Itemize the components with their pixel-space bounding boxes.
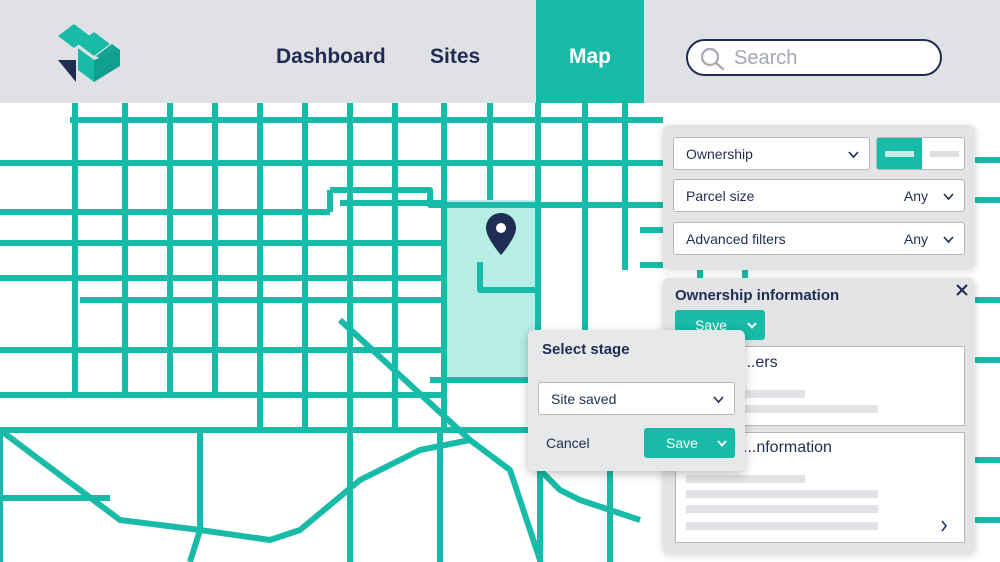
stage-select-value: Site saved: [551, 391, 617, 407]
toggle-on-segment[interactable]: [877, 138, 922, 169]
placeholder-line: [686, 505, 878, 513]
placeholder-line: [686, 490, 878, 498]
chevron-down-icon: [713, 396, 724, 404]
chevron-down-icon: [747, 322, 757, 329]
placeholder-line: [686, 522, 878, 530]
chevron-right-icon[interactable]: [940, 520, 948, 532]
advanced-filters-label: Advanced filters: [686, 231, 786, 247]
advanced-filters-select[interactable]: Advanced filters Any: [673, 222, 965, 255]
chevron-down-icon: [717, 440, 727, 447]
search-icon: [700, 47, 725, 71]
parcel-size-select[interactable]: Parcel size Any: [673, 179, 965, 212]
nav-map[interactable]: Map: [536, 0, 644, 103]
close-icon[interactable]: [955, 283, 969, 297]
parcel-size-label: Parcel size: [686, 188, 755, 204]
ownership-section-1-title: ...ers: [742, 354, 778, 371]
ownership-section-2-title: ...nformation: [743, 439, 832, 456]
chevron-down-icon: [943, 193, 954, 201]
placeholder-line: [735, 405, 878, 413]
parcel-size-value: Any: [903, 188, 928, 204]
select-stage-title: Select stage: [542, 341, 630, 358]
ownership-select[interactable]: Ownership: [673, 137, 870, 170]
placeholder-line: [735, 390, 805, 398]
ownership-info-title: Ownership information: [675, 287, 840, 304]
search-box[interactable]: [686, 39, 942, 76]
placeholder-line: [686, 475, 805, 483]
chevron-down-icon: [848, 151, 859, 159]
chevron-down-icon: [943, 236, 954, 244]
view-toggle[interactable]: [876, 137, 965, 170]
stage-select[interactable]: Site saved: [538, 382, 735, 415]
advanced-filters-value: Any: [903, 231, 928, 247]
search-input[interactable]: [734, 46, 924, 70]
stage-save-label: Save: [666, 435, 698, 451]
ownership-select-label: Ownership: [686, 146, 753, 162]
nav-dashboard[interactable]: Dashboard: [276, 0, 386, 103]
stage-save-button[interactable]: Save: [644, 428, 735, 458]
nav-sites[interactable]: Sites: [430, 0, 480, 103]
logo-icon[interactable]: [56, 20, 122, 84]
cancel-button[interactable]: Cancel: [546, 435, 590, 451]
